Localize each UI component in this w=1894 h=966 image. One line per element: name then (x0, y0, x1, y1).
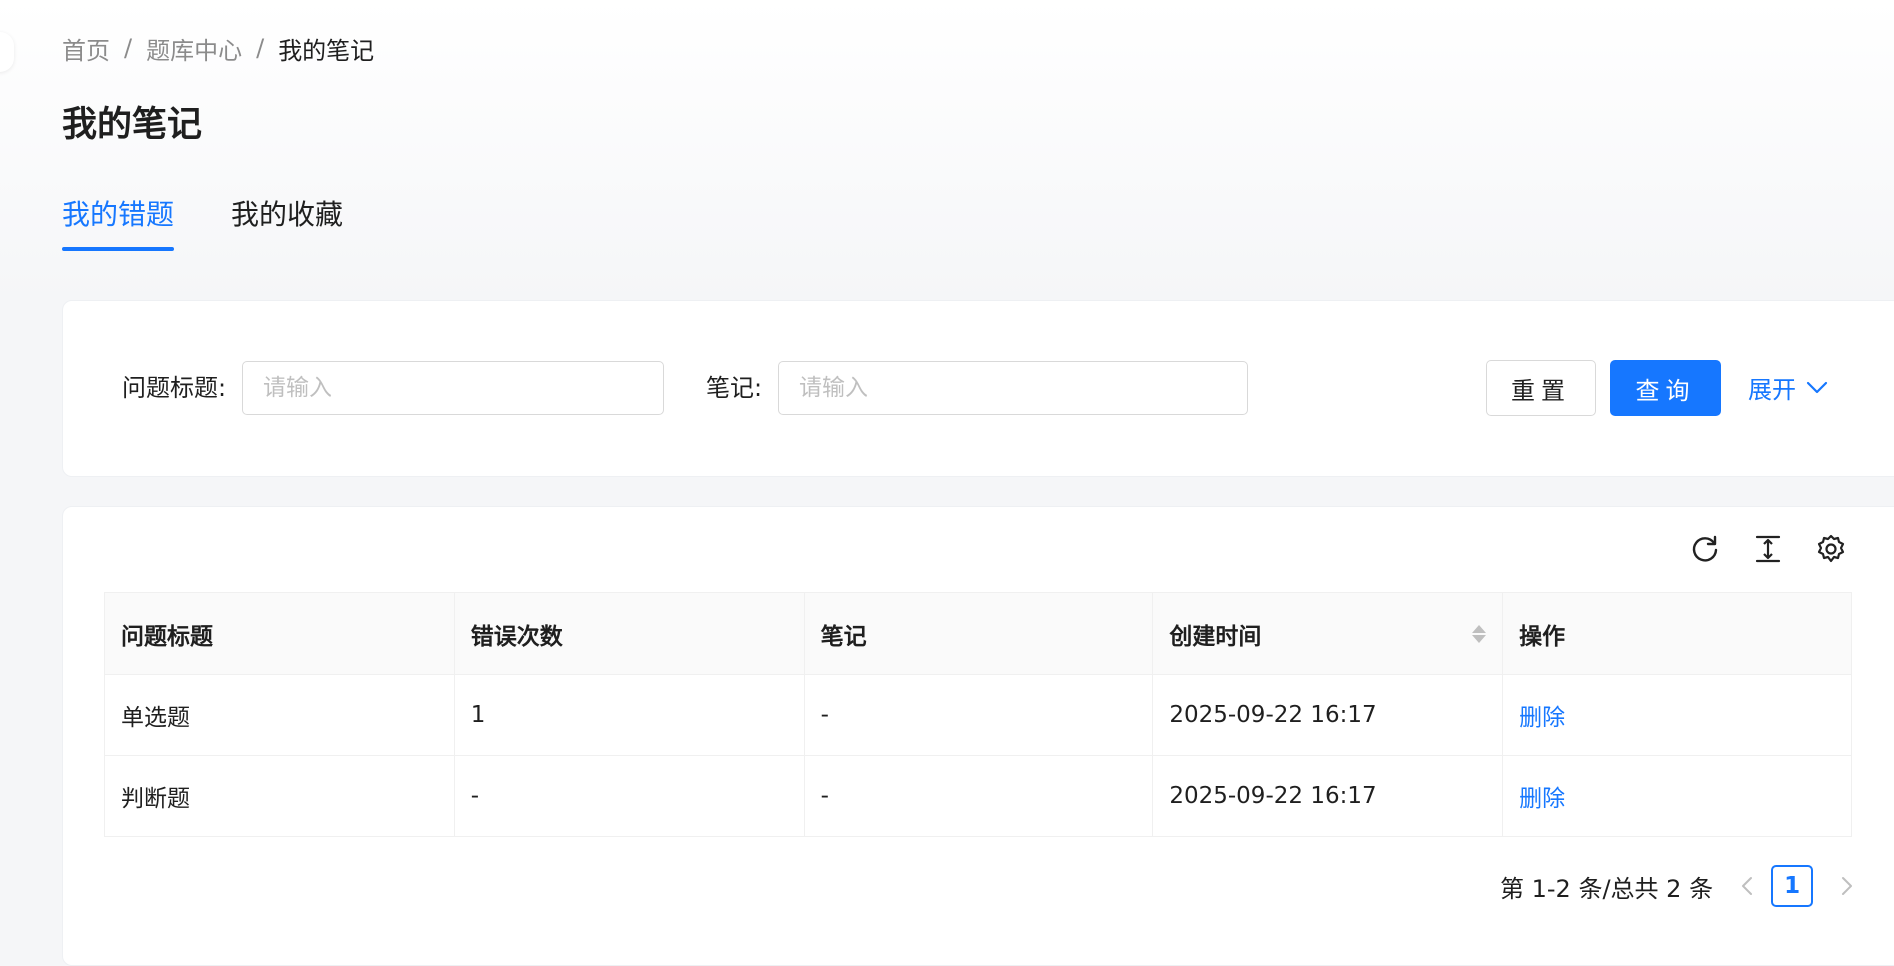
note-label: 笔记: (706, 374, 763, 402)
breadcrumb-separator: / (256, 34, 265, 62)
header-note: 笔记 (803, 592, 1154, 675)
chevron-left-icon (1742, 877, 1753, 895)
page-item-current[interactable]: 1 (1771, 865, 1814, 907)
breadcrumb-separator: / (124, 34, 133, 62)
header-created-time-label: 创建时间 (1169, 623, 1262, 650)
table-header-row: 问题标题 错误次数 笔记 创建时间 操作 (104, 592, 1852, 675)
question-title-label: 问题标题: (122, 374, 227, 402)
breadcrumb-home[interactable]: 首页 (62, 31, 110, 66)
header-actions: 操作 (1502, 592, 1852, 675)
header-error-count: 错误次数 (453, 592, 805, 675)
cell-created-time: 2025-09-22 16:17 (1152, 674, 1504, 756)
chevron-down-icon (1806, 381, 1828, 393)
question-title-input[interactable] (242, 361, 664, 415)
cell-actions: 删除 (1502, 755, 1852, 837)
header-created-time[interactable]: 创建时间 (1152, 592, 1504, 675)
table-row: 单选题 1 - 2025-09-22 16:17 删除 (104, 674, 1852, 756)
cell-question-title: 判断题 (104, 755, 455, 837)
delete-link[interactable]: 删除 (1519, 786, 1565, 812)
header-question-title: 问题标题 (104, 592, 455, 675)
cell-error-count: - (453, 755, 805, 837)
query-button[interactable]: 查询 (1610, 360, 1721, 416)
cell-note: - (803, 755, 1154, 837)
pagination: 第 1-2 条/总共 2 条 1 (1500, 865, 1867, 907)
chevron-right-icon (1842, 877, 1853, 895)
tab-wrong-questions[interactable]: 我的错题 (62, 193, 175, 251)
note-input[interactable] (778, 361, 1248, 415)
breadcrumb-question-bank[interactable]: 题库中心 (146, 31, 242, 66)
sidebar-collapse-handle[interactable] (0, 32, 14, 72)
expand-label: 展开 (1748, 376, 1796, 404)
cell-question-title: 单选题 (104, 674, 455, 756)
cell-created-time: 2025-09-22 16:17 (1152, 755, 1504, 837)
setting-icon[interactable] (1815, 533, 1847, 565)
caret-down-icon (1472, 634, 1487, 643)
table-row: 判断题 - - 2025-09-22 16:17 删除 (104, 755, 1852, 837)
reset-button[interactable]: 重置 (1486, 360, 1596, 416)
tabs: 我的错题 我的收藏 (62, 193, 400, 253)
cell-error-count: 1 (453, 674, 805, 756)
column-height-icon[interactable] (1752, 533, 1784, 565)
prev-page-button[interactable] (1727, 876, 1767, 896)
sort-icon[interactable] (1472, 624, 1487, 643)
tab-favorites[interactable]: 我的收藏 (231, 193, 343, 251)
cell-note: - (803, 674, 1154, 756)
notes-table: 问题标题 错误次数 笔记 创建时间 操作 单选题 1 - 2025-09-22 … (104, 592, 1852, 837)
pagination-summary: 第 1-2 条/总共 2 条 (1500, 874, 1714, 903)
reload-icon[interactable] (1689, 533, 1721, 565)
expand-link[interactable]: 展开 (1748, 370, 1828, 405)
breadcrumb: 首页 / 题库中心 / 我的笔记 (62, 30, 374, 66)
cell-actions: 删除 (1502, 674, 1852, 756)
delete-link[interactable]: 删除 (1519, 705, 1565, 731)
page-title: 我的笔记 (62, 105, 203, 145)
breadcrumb-current: 我的笔记 (278, 36, 375, 65)
next-page-button[interactable] (1827, 876, 1867, 896)
caret-up-icon (1472, 624, 1487, 633)
